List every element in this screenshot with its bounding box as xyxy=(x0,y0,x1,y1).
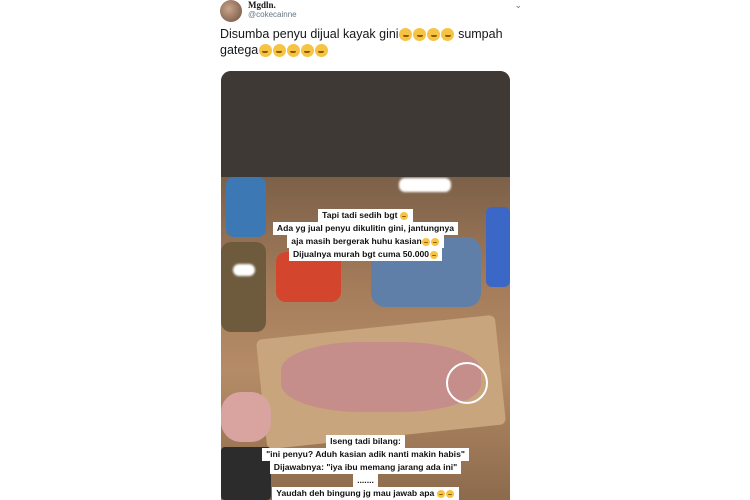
caption-line: Tapi tadi sedih bgt xyxy=(318,209,413,222)
crying-face-icon xyxy=(413,28,427,42)
caption-top: Tapi tadi sedih bgt Ada yg jual penyu di… xyxy=(221,209,510,261)
caption-line: Dijualnya murah bgt cuma 50.000 xyxy=(288,248,443,261)
crying-face-icon xyxy=(427,28,441,42)
crying-face-icon xyxy=(422,237,431,246)
caption-line: Dijawabnya: "iya ibu memang jarang ada i… xyxy=(269,461,462,474)
caption-bottom: Iseng tadi bilang: "ini penyu? Aduh kasi… xyxy=(221,435,510,500)
crying-face-icon xyxy=(429,250,438,259)
crying-face-icon xyxy=(314,44,328,58)
crying-emoji-group-2 xyxy=(258,43,328,58)
crying-face-icon xyxy=(286,44,300,58)
tweet-text-line1-tail: sumpah xyxy=(458,27,503,41)
sad-face-icon xyxy=(400,211,409,220)
tweet-text-line2: gatega xyxy=(220,43,259,57)
face-blur xyxy=(233,264,255,276)
highlight-circle xyxy=(446,362,488,404)
caption-line: Iseng tadi bilang: xyxy=(326,435,405,448)
caption-line: Yaudah deh bingung jg mau jawab apa xyxy=(272,487,459,500)
crying-face-icon xyxy=(272,44,286,58)
crying-face-icon xyxy=(258,44,272,58)
tweet-text: Disumba penyu dijual kayak gini sumpah g… xyxy=(220,26,520,58)
caption-line: ....... xyxy=(353,474,378,487)
tweet: Mgdln. @cokecainne ⌄ Disumba penyu dijua… xyxy=(200,0,530,500)
crying-face-icon xyxy=(446,489,455,498)
chevron-down-icon[interactable]: ⌄ xyxy=(514,0,522,11)
media-dark-top xyxy=(221,71,510,177)
tweet-media[interactable]: Tapi tadi sedih bgt Ada yg jual penyu di… xyxy=(221,71,510,500)
crying-face-icon xyxy=(431,237,440,246)
avatar[interactable] xyxy=(220,0,242,22)
crying-face-icon xyxy=(437,489,446,498)
crying-face-icon xyxy=(300,44,314,58)
caption-line: aja masih bergerak huhu kasian xyxy=(287,235,444,248)
crying-face-icon xyxy=(399,28,413,42)
market-photo: Tapi tadi sedih bgt Ada yg jual penyu di… xyxy=(221,177,510,500)
user-handle[interactable]: @cokecainne xyxy=(248,10,297,19)
face-blur xyxy=(399,178,451,192)
tweet-text-line1: Disumba penyu dijual kayak gini xyxy=(220,27,399,41)
display-name[interactable]: Mgdln. xyxy=(248,0,276,10)
crying-emoji-group-1 xyxy=(399,27,455,42)
caption-line: "ini penyu? Aduh kasian adik nanti makin… xyxy=(262,448,469,461)
caption-line: Ada yg jual penyu dikulitin gini, jantun… xyxy=(272,222,459,235)
crying-face-icon xyxy=(441,28,455,42)
